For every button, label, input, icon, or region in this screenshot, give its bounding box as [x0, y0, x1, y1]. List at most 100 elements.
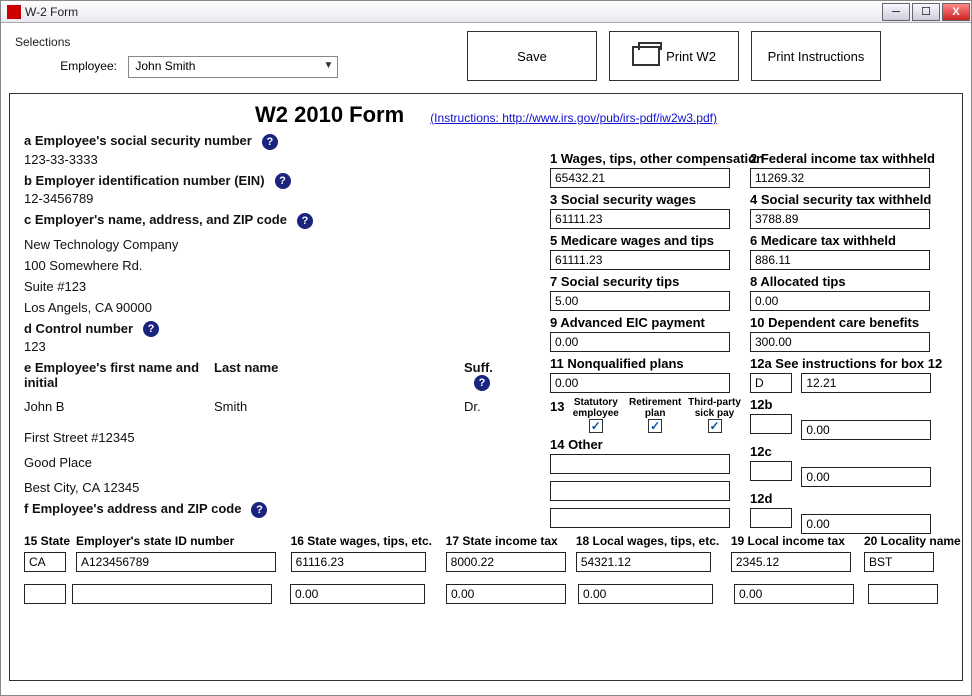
minimize-button[interactable]: ─ — [882, 3, 910, 21]
box16-2[interactable]: 0.00 — [290, 584, 425, 604]
box6-input[interactable]: 886.11 — [750, 250, 930, 270]
e-suff-label: Suff. — [464, 360, 493, 375]
print-w2-button[interactable]: Print W2 — [609, 31, 739, 81]
e-last-label: Last name — [214, 360, 278, 375]
box15-empid-2[interactable] — [72, 584, 272, 604]
close-button[interactable]: X — [942, 3, 970, 21]
printer-icon — [632, 46, 660, 66]
box-c-label: c Employer's name, address, and ZIP code — [24, 212, 287, 227]
box15-state-2[interactable] — [24, 584, 66, 604]
box19-2[interactable]: 0.00 — [734, 584, 854, 604]
box12c-val-input[interactable]: 0.00 — [801, 467, 931, 487]
state-local-section: 15 StateCA Employer's state ID numberA12… — [24, 534, 944, 604]
box13-stat-label: Statutory employee — [573, 397, 619, 419]
print-instructions-label: Print Instructions — [768, 49, 865, 64]
selections-label: Selections — [15, 35, 455, 49]
box13-label: 13 — [550, 399, 564, 414]
help-icon[interactable]: ? — [297, 213, 313, 229]
help-icon[interactable]: ? — [262, 134, 278, 150]
box14-input-1[interactable] — [550, 454, 730, 474]
employer-city: Los Angels, CA 90000 — [24, 300, 544, 315]
box12b-val-input[interactable]: 0.00 — [801, 420, 931, 440]
box-b-value: 12-3456789 — [24, 191, 544, 206]
box20-2[interactable] — [868, 584, 938, 604]
form-title: W2 2010 Form — [255, 102, 404, 128]
e-addr1: First Street #12345 — [24, 430, 544, 445]
print-instructions-button[interactable]: Print Instructions — [751, 31, 881, 81]
box14-input-2[interactable] — [550, 481, 730, 501]
help-icon[interactable]: ? — [474, 375, 490, 391]
box15-empid-label: Employer's state ID number — [76, 534, 285, 548]
left-column: a Employee's social security number? 123… — [24, 129, 544, 518]
box2-input[interactable]: 11269.32 — [750, 168, 930, 188]
help-icon[interactable]: ? — [251, 502, 267, 518]
box-f-label: f Employee's address and ZIP code — [24, 501, 241, 516]
box19-1[interactable]: 2345.12 — [731, 552, 851, 572]
box5-input[interactable]: 61111.23 — [550, 250, 730, 270]
box8-input[interactable]: 0.00 — [750, 291, 930, 311]
box-d-value: 123 — [24, 339, 544, 354]
box12d-code-input[interactable] — [750, 508, 792, 528]
employer-name: New Technology Company — [24, 237, 544, 252]
box12d-val-input[interactable]: 0.00 — [801, 514, 931, 534]
box15-empid-1[interactable]: A123456789 — [76, 552, 276, 572]
box2-label: 2 Federal income tax withheld — [750, 151, 950, 166]
box-b-label: b Employer identification number (EIN) — [24, 173, 265, 188]
box13-ret-checkbox[interactable]: ✓ — [648, 419, 662, 433]
box12a-code-input[interactable]: D — [750, 373, 792, 393]
box17-2[interactable]: 0.00 — [446, 584, 566, 604]
box13-ret-label: Retirement plan — [629, 397, 681, 419]
box17-1[interactable]: 8000.22 — [446, 552, 566, 572]
box18-2[interactable]: 0.00 — [578, 584, 713, 604]
box9-input[interactable]: 0.00 — [550, 332, 730, 352]
box12d-label: 12d — [750, 491, 950, 506]
print-w2-label: Print W2 — [666, 49, 716, 64]
maximize-button[interactable]: ☐ — [912, 3, 940, 21]
help-icon[interactable]: ? — [275, 173, 291, 189]
box20-label: 20 Locality name — [864, 534, 944, 548]
e-first: John B — [24, 399, 64, 414]
box6-label: 6 Medicare tax withheld — [750, 233, 950, 248]
box16-label: 16 State wages, tips, etc. — [291, 534, 440, 548]
toolbar: Selections Employee: John Smith ▼ Save P… — [1, 23, 971, 85]
e-suff: Dr. — [464, 399, 481, 414]
box8-label: 8 Allocated tips — [750, 274, 950, 289]
instructions-link[interactable]: (Instructions: http://www.irs.gov/pub/ir… — [430, 111, 717, 125]
form-area: W2 2010 Form (Instructions: http://www.i… — [9, 93, 963, 681]
box12b-label: 12b — [750, 397, 950, 412]
employer-addr2: Suite #123 — [24, 279, 544, 294]
box12b-code-input[interactable] — [750, 414, 792, 434]
save-button-label: Save — [517, 49, 547, 64]
employer-addr1: 100 Somewhere Rd. — [24, 258, 544, 273]
box14-input-3[interactable] — [550, 508, 730, 528]
employee-dropdown[interactable]: John Smith ▼ — [128, 56, 338, 78]
e-city: Best City, CA 12345 — [24, 480, 544, 495]
box18-1[interactable]: 54321.12 — [576, 552, 711, 572]
box-a-label: a Employee's social security number — [24, 133, 252, 148]
e-last: Smith — [214, 399, 247, 414]
box1-input[interactable]: 65432.21 — [550, 168, 730, 188]
box3-input[interactable]: 61111.23 — [550, 209, 730, 229]
box18-label: 18 Local wages, tips, etc. — [576, 534, 725, 548]
box4-input[interactable]: 3788.89 — [750, 209, 930, 229]
box12a-val-input[interactable]: 12.21 — [801, 373, 931, 393]
help-icon[interactable]: ? — [143, 321, 159, 337]
box7-input[interactable]: 5.00 — [550, 291, 730, 311]
box13-stat-checkbox[interactable]: ✓ — [589, 419, 603, 433]
box13-sick-checkbox[interactable]: ✓ — [708, 419, 722, 433]
save-button[interactable]: Save — [467, 31, 597, 81]
box17-label: 17 State income tax — [446, 534, 570, 548]
app-icon — [7, 5, 21, 19]
employee-label: Employee: — [15, 59, 125, 73]
box10-input[interactable]: 300.00 — [750, 332, 930, 352]
e-addr2: Good Place — [24, 455, 544, 470]
box13-sick-label: Third-party sick pay — [688, 397, 741, 419]
box15-state-1[interactable]: CA — [24, 552, 66, 572]
box20-1[interactable]: BST — [864, 552, 934, 572]
box11-input[interactable]: 0.00 — [550, 373, 730, 393]
box19-label: 19 Local income tax — [731, 534, 858, 548]
box-d-label: d Control number — [24, 321, 133, 336]
box16-1[interactable]: 61116.23 — [291, 552, 426, 572]
e-first-label: e Employee's first name and initial — [24, 360, 199, 390]
box12c-code-input[interactable] — [750, 461, 792, 481]
